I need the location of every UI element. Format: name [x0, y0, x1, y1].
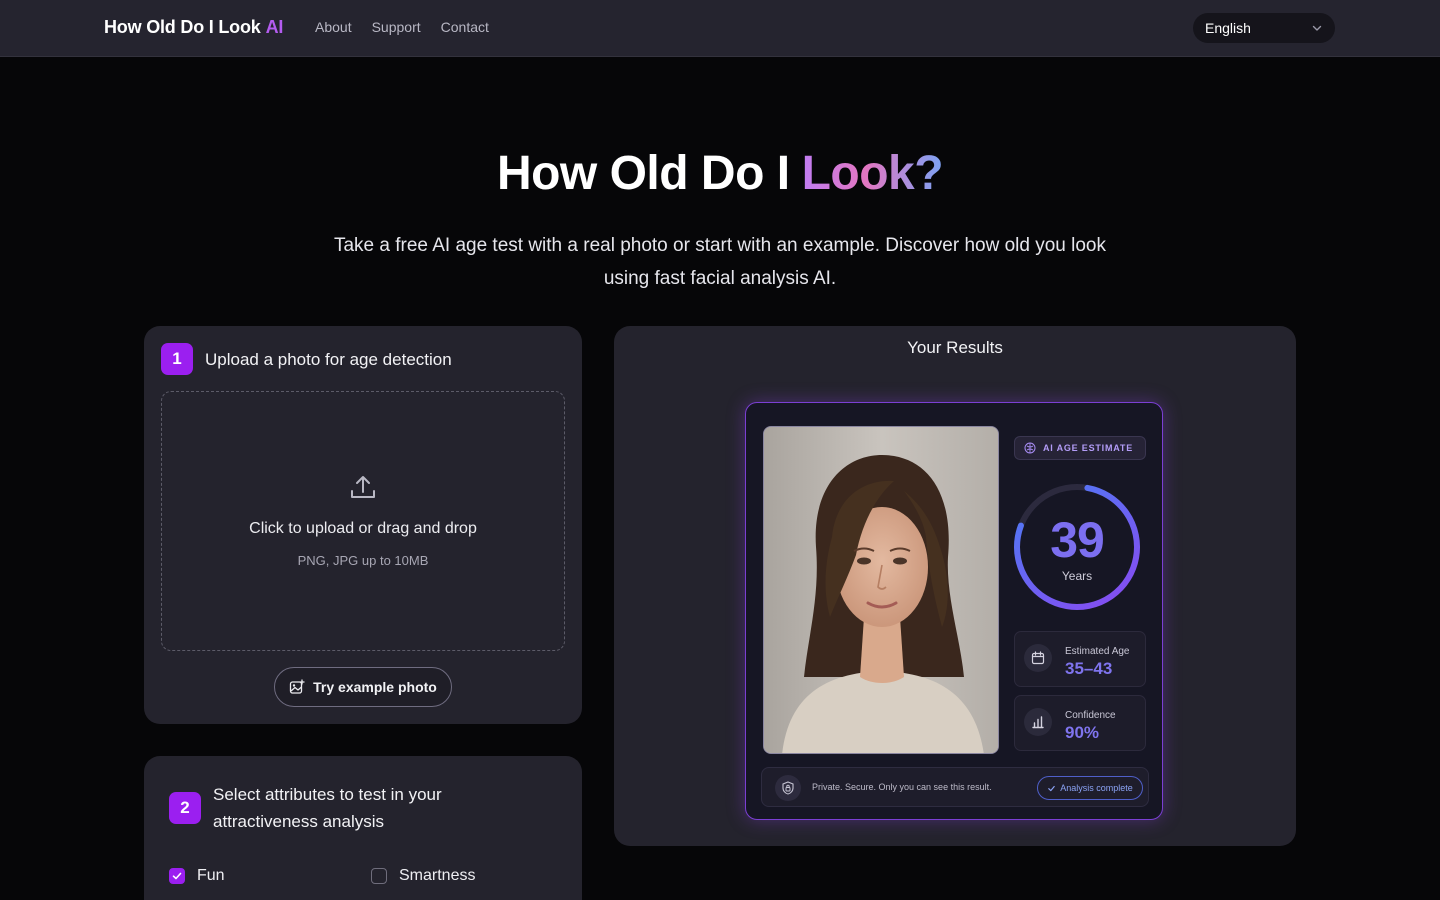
page-title-main: How Old Do I: [496, 147, 790, 200]
bar-chart-icon: [1024, 708, 1052, 736]
language-value: English: [1205, 20, 1251, 36]
nav-link-support[interactable]: Support: [372, 19, 421, 35]
portrait-photo: [763, 426, 999, 754]
ai-age-estimate-badge: AI AGE ESTIMATE: [1014, 436, 1146, 460]
ai-age-estimate-label: AI AGE ESTIMATE: [1043, 443, 1134, 453]
attribute-option-fun[interactable]: Fun: [169, 867, 225, 885]
dropzone-instructions: Click to upload or drag and drop: [249, 520, 477, 537]
smartness-label: Smartness: [399, 867, 476, 884]
upload-dropzone[interactable]: Click to upload or drag and drop PNG, JP…: [161, 391, 565, 651]
upload-card: 1 Upload a photo for age detection Click…: [144, 326, 582, 724]
results-title: Your Results: [907, 338, 1003, 357]
estimated-age-range-label: Estimated Age: [1065, 646, 1130, 657]
top-nav: How Old Do I Look AI About Support Contac…: [0, 0, 1440, 57]
attributes-step-title: Select attributes to test in your attrac…: [213, 785, 442, 831]
image-plus-icon: [289, 679, 305, 694]
check-icon: [1048, 785, 1056, 791]
brand-ai-accent: AI: [265, 17, 284, 37]
language-select[interactable]: English: [1193, 13, 1335, 43]
step-badge-2: 2: [169, 792, 201, 824]
attributes-card: 2 Select attributes to test in your attr…: [144, 756, 582, 900]
fun-checkbox[interactable]: [169, 868, 185, 884]
confidence-card: Confidence 90%: [1014, 695, 1146, 751]
smartness-checkbox[interactable]: [371, 868, 387, 884]
check-icon: [172, 872, 182, 880]
calendar-icon: [1024, 644, 1052, 672]
nav-link-about[interactable]: About: [315, 19, 352, 35]
results-card: Your Results AI AGE ESTIMATE 39 Years Es…: [614, 326, 1296, 846]
upload-icon: [351, 476, 375, 498]
fun-label: Fun: [197, 867, 225, 884]
nav-links: About Support Contact: [315, 19, 489, 35]
upload-step-title: Upload a photo for age detection: [205, 350, 452, 369]
estimated-age-range-value: 35–43: [1065, 659, 1113, 678]
estimated-age-unit: Years: [1061, 569, 1093, 583]
shield-lock-icon: [775, 775, 801, 801]
brand-logo[interactable]: How Old Do I Look AI: [104, 17, 283, 38]
chevron-down-icon: [1312, 25, 1322, 31]
try-example-photo-button[interactable]: Try example photo: [274, 667, 452, 707]
attribute-option-smartness[interactable]: Smartness: [371, 867, 475, 885]
estimated-age-range-card: Estimated Age 35–43: [1014, 631, 1146, 687]
page-title: How Old Do I Look?: [0, 146, 1440, 201]
step-badge-1: 1: [161, 343, 193, 375]
result-preview-panel: AI AGE ESTIMATE 39 Years Estimated Age 3…: [745, 402, 1163, 820]
try-example-photo-label: Try example photo: [313, 679, 437, 695]
page-subtitle: Take a free AI age test with a real phot…: [333, 235, 1106, 289]
privacy-bar: Private. Secure. Only you can see this r…: [761, 767, 1149, 807]
brain-icon: [1024, 442, 1036, 454]
privacy-text: Private. Secure. Only you can see this r…: [812, 782, 992, 792]
brand-name: How Old Do I Look: [104, 17, 261, 37]
nav-link-contact[interactable]: Contact: [441, 19, 489, 35]
analysis-complete-badge: Analysis complete: [1037, 776, 1143, 800]
analysis-complete-label: Analysis complete: [1060, 783, 1133, 793]
dropzone-file-hint: PNG, JPG up to 10MB: [297, 553, 429, 568]
page-title-accent: Look?: [801, 147, 944, 200]
estimated-age-number: 39: [1050, 512, 1105, 568]
confidence-label: Confidence: [1065, 710, 1116, 721]
portrait-illustration: [764, 427, 998, 753]
confidence-value: 90%: [1065, 723, 1100, 742]
